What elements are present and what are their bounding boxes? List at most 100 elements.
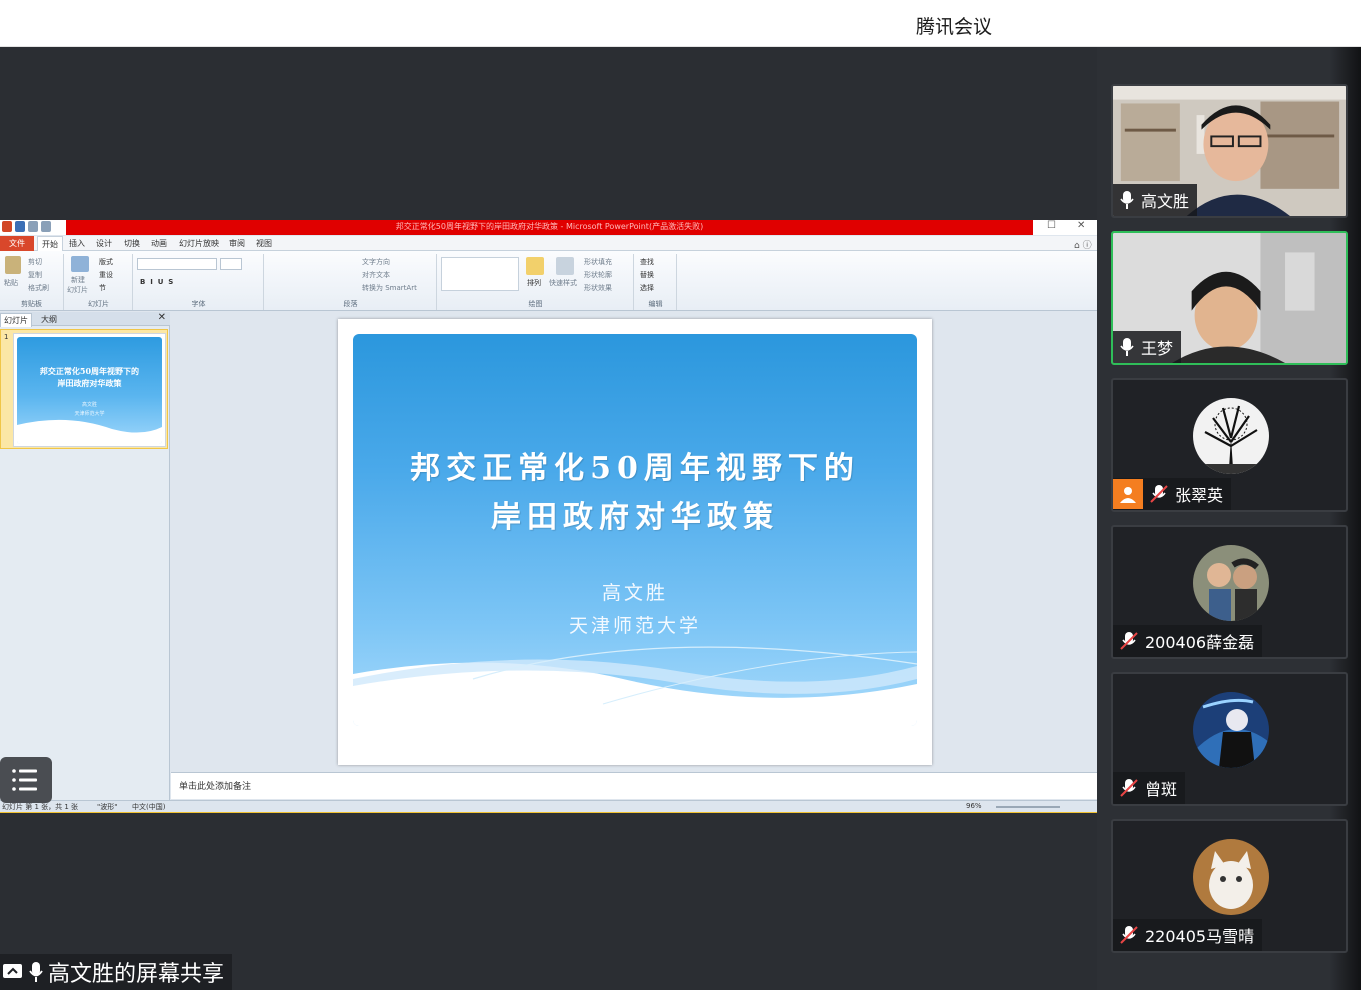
slide-thumbnail-selected[interactable]: 1 邦交正常化50周年视野下的 岸田政府对华政策 高文胜 天津师范大学 — [0, 329, 168, 449]
font-size-select[interactable] — [220, 258, 242, 270]
tab-insert[interactable]: 插入 — [69, 238, 85, 249]
group-font: B I U S 字体 — [134, 254, 264, 310]
participant-name-tag: 220405马雪晴 — [1113, 919, 1263, 951]
avatar — [1193, 398, 1269, 474]
group-label: 幻灯片 — [88, 300, 109, 308]
list-icon — [12, 769, 37, 791]
status-zoom[interactable]: 96% — [966, 802, 982, 810]
group-paragraph: 文字方向 对齐文本 转换为 SmartArt 段落 — [265, 254, 437, 310]
undo-icon[interactable] — [28, 221, 38, 232]
group-label: 编辑 — [648, 300, 663, 308]
avatar — [1193, 692, 1269, 768]
avatar — [1193, 545, 1269, 621]
participant-tile[interactable]: 曾斑 — [1111, 672, 1348, 806]
align-text-button[interactable]: 对齐文本 — [362, 270, 390, 280]
powerpoint-logo-icon — [2, 221, 12, 232]
cut-button[interactable]: 剪切 — [28, 257, 42, 267]
paste-icon[interactable] — [5, 256, 21, 274]
shapes-gallery[interactable] — [441, 257, 519, 291]
tab-home[interactable]: 开始 — [37, 236, 63, 252]
thumbnail-number: 1 — [4, 333, 9, 341]
save-icon[interactable] — [15, 221, 25, 232]
group-label: 段落 — [343, 300, 358, 308]
slide-title[interactable]: 邦交正常化50周年视野下的 岸田政府对华政策 — [353, 444, 917, 542]
arrange-button[interactable]: 排列 — [527, 278, 541, 288]
tab-slideshow[interactable]: 幻灯片放映 — [179, 238, 219, 249]
tab-review[interactable]: 审阅 — [229, 238, 245, 249]
find-button[interactable]: 查找 — [640, 257, 654, 267]
close-icon[interactable]: ✕ — [158, 312, 166, 323]
copy-button[interactable]: 复制 — [28, 270, 42, 280]
group-clipboard: 粘贴 剪切 复制 格式刷 剪贴板 — [0, 254, 64, 310]
help-icon[interactable]: ⌂ ⓘ — [1074, 238, 1092, 251]
participant-tile[interactable]: 张翠英 — [1111, 378, 1348, 512]
shape-effects-button[interactable]: 形状效果 — [584, 283, 612, 293]
font-format-buttons[interactable]: B I U S — [140, 278, 173, 286]
new-slide-icon[interactable] — [71, 256, 89, 272]
status-theme: "波形" — [97, 803, 118, 811]
reset-button[interactable]: 重设 — [99, 270, 113, 280]
restore-icon[interactable]: ☐ — [1047, 220, 1056, 231]
participant-name: 王梦 — [1141, 339, 1174, 358]
ppt-titlebar: 邦交正常化50周年视野下的岸田政府对华政策 - Microsoft PowerP… — [0, 220, 1097, 235]
notes-pane[interactable]: 单击此处添加备注 — [171, 772, 1097, 799]
mic-muted-icon — [1120, 779, 1138, 797]
shape-fill-button[interactable]: 形状填充 — [584, 257, 612, 267]
tab-file[interactable]: 文件 — [0, 236, 34, 251]
slide-title-line2: 岸田政府对华政策 — [491, 500, 779, 535]
participant-tile[interactable]: 220405马雪晴 — [1111, 819, 1348, 953]
mic-icon — [1120, 191, 1134, 209]
slide-title-line1: 邦交正常化50周年视野下的 — [410, 451, 860, 486]
group-label: 字体 — [191, 300, 206, 308]
thumbnail-background: 邦交正常化50周年视野下的 岸田政府对华政策 高文胜 天津师范大学 — [17, 337, 162, 444]
section-button[interactable]: 节 — [99, 283, 106, 293]
share-owner-text: 高文胜的屏幕共享 — [48, 962, 225, 987]
tab-animations[interactable]: 动画 — [151, 238, 167, 249]
layout-button[interactable]: 版式 — [99, 257, 113, 267]
participant-name-tag: 200406薛金磊 — [1113, 625, 1263, 657]
mic-muted-icon — [1150, 485, 1168, 503]
screen-share-icon — [3, 964, 22, 978]
shape-outline-button[interactable]: 形状轮廓 — [584, 270, 612, 280]
participant-tile[interactable]: 200406薛金磊 — [1111, 525, 1348, 659]
tab-transitions[interactable]: 切换 — [124, 238, 140, 249]
member-list-button[interactable] — [0, 757, 52, 803]
close-icon[interactable]: ✕ — [1077, 220, 1085, 231]
group-label: 剪贴板 — [21, 300, 42, 308]
ribbon-tabs: 文件 开始 插入 设计 切换 动画 幻灯片放映 审阅 视图 ⌂ ⓘ — [0, 236, 1097, 252]
current-slide[interactable]: 邦交正常化50周年视野下的 岸田政府对华政策 高文胜 天津师范大学 — [338, 319, 932, 765]
replace-button[interactable]: 替换 — [640, 270, 654, 280]
quick-styles-icon[interactable] — [556, 257, 574, 275]
app-title: 腾讯会议 — [916, 16, 993, 38]
tab-outline[interactable]: 大纲 — [38, 313, 60, 326]
cat-avatar-icon — [1193, 839, 1269, 915]
ppt-window-title: 邦交正常化50周年视野下的岸田政府对华政策 - Microsoft PowerP… — [395, 222, 704, 231]
text-direction-button[interactable]: 文字方向 — [362, 257, 390, 267]
slide-thumbnail[interactable]: 邦交正常化50周年视野下的 岸田政府对华政策 高文胜 天津师范大学 — [13, 333, 166, 447]
tab-slides[interactable]: 幻灯片 — [0, 313, 32, 327]
group-drawing: 排列 快速样式 形状填充 形状轮廓 形状效果 绘图 — [438, 254, 634, 310]
format-painter-button[interactable]: 格式刷 — [28, 283, 49, 293]
status-slide-count: 幻灯片 第 1 张，共 1 张 — [2, 803, 79, 811]
slide-author[interactable]: 高文胜 — [353, 578, 917, 605]
redo-icon[interactable] — [41, 221, 51, 232]
avatar — [1193, 839, 1269, 915]
new-slide-button[interactable]: 新建 — [71, 275, 85, 285]
select-button[interactable]: 选择 — [640, 283, 654, 293]
tab-design[interactable]: 设计 — [96, 238, 112, 249]
participant-name-tag: 高文胜 — [1113, 184, 1198, 216]
zoom-slider[interactable] — [996, 806, 1060, 808]
participant-tile-speaking[interactable]: 王梦 — [1111, 231, 1348, 365]
participant-name-tag: 王梦 — [1113, 331, 1182, 363]
arrange-icon[interactable] — [526, 257, 544, 275]
mic-icon — [29, 962, 43, 982]
quick-styles-button[interactable]: 快速样式 — [549, 278, 577, 288]
anime-avatar-icon — [1193, 692, 1269, 768]
smartart-button[interactable]: 转换为 SmartArt — [362, 283, 417, 293]
group-slides: 新建 幻灯片 版式 重设 节 幻灯片 — [65, 254, 133, 310]
font-name-select[interactable] — [137, 258, 217, 270]
participant-tile[interactable]: 高文胜 — [1111, 84, 1348, 218]
paste-button[interactable]: 粘贴 — [4, 278, 18, 288]
slide-university[interactable]: 天津师范大学 — [353, 611, 917, 638]
tab-view[interactable]: 视图 — [256, 238, 272, 249]
